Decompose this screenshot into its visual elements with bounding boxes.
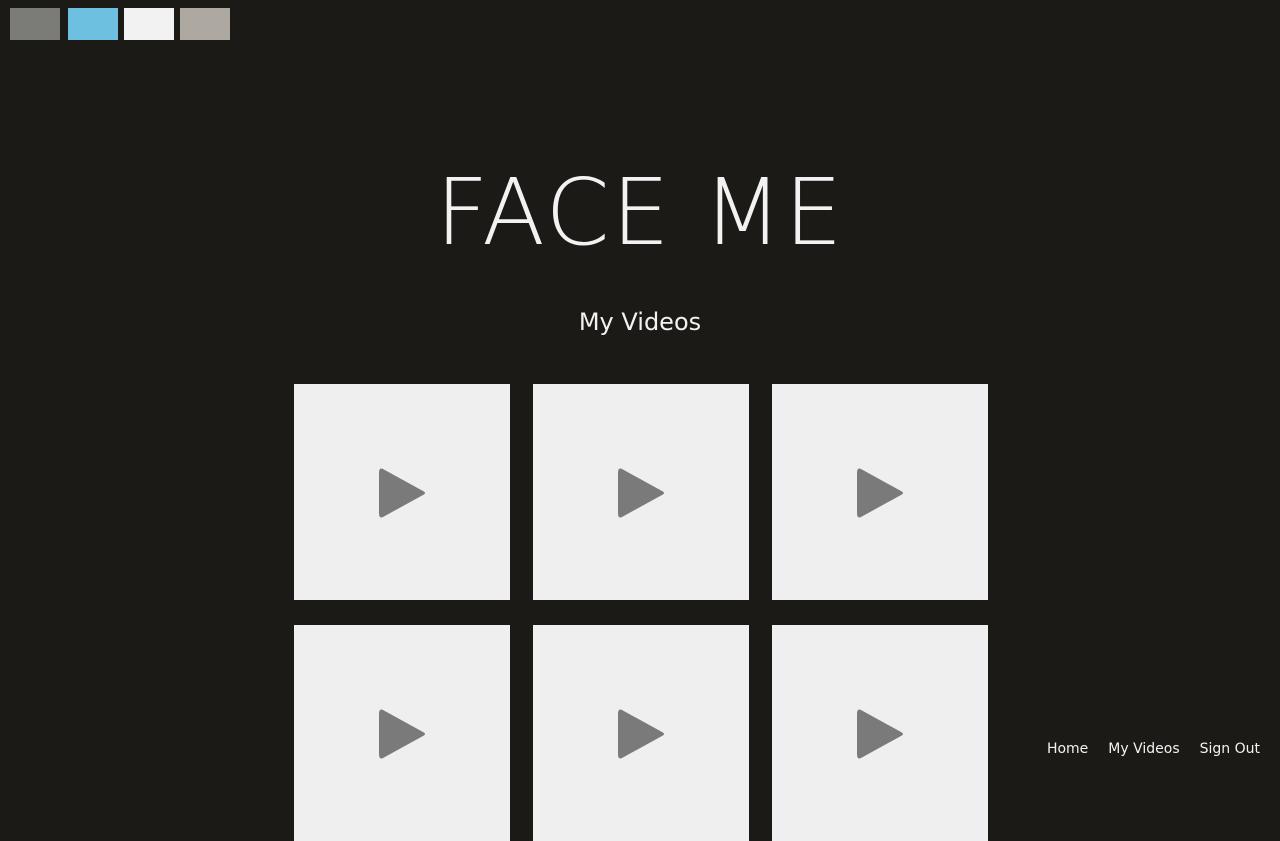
- nav-sign-out-link[interactable]: Sign Out: [1200, 738, 1260, 760]
- play-icon: [618, 468, 664, 518]
- video-grid: [294, 384, 988, 841]
- swatch-white[interactable]: [124, 8, 174, 40]
- swatch-gray[interactable]: [10, 8, 60, 40]
- swatch-sky[interactable]: [68, 8, 118, 40]
- play-icon: [379, 468, 425, 518]
- play-icon: [618, 709, 664, 759]
- video-tile-3[interactable]: [772, 384, 988, 600]
- video-tile-4[interactable]: [294, 625, 510, 841]
- play-icon: [857, 468, 903, 518]
- page-title: My Videos: [578, 308, 702, 336]
- footer-nav: Home My Videos Sign Out: [1047, 738, 1260, 760]
- play-icon: [379, 709, 425, 759]
- video-tile-1[interactable]: [294, 384, 510, 600]
- nav-home-link[interactable]: Home: [1047, 738, 1088, 760]
- app-title: FACE ME: [435, 159, 845, 266]
- swatch-taupe[interactable]: [180, 8, 230, 40]
- video-tile-6[interactable]: [772, 625, 988, 841]
- video-tile-2[interactable]: [533, 384, 749, 600]
- nav-my-videos-link[interactable]: My Videos: [1108, 738, 1179, 760]
- play-icon: [857, 709, 903, 759]
- video-tile-5[interactable]: [533, 625, 749, 841]
- color-swatch-bar: [10, 8, 230, 40]
